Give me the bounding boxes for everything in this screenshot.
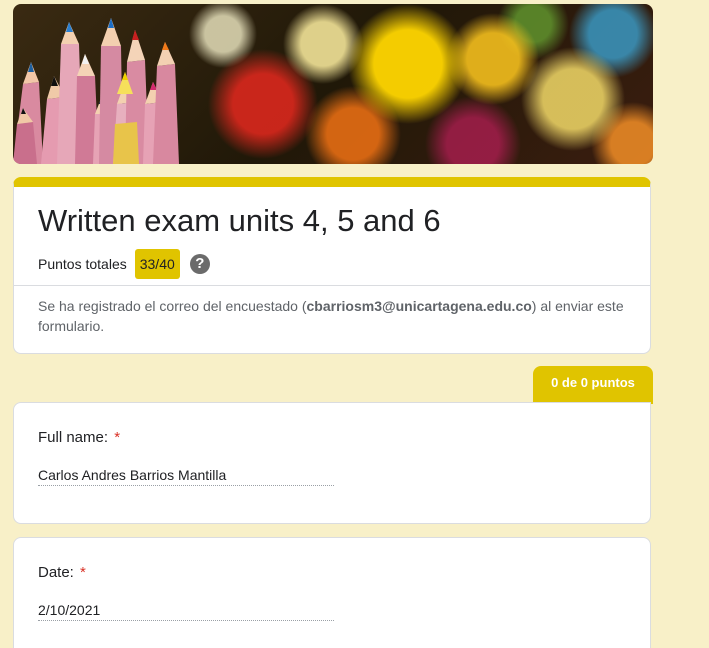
question-label-text: Full name: <box>38 429 109 446</box>
answer-full-name: Carlos Andres Barrios Mantilla <box>38 467 334 486</box>
section-points-badge: 0 de 0 puntos <box>533 366 653 404</box>
total-score-row: Puntos totales 33/40 ? <box>38 249 210 279</box>
score-badge: 33/40 <box>134 249 180 279</box>
email-recorded-note: Se ha registrado el correo del encuestad… <box>38 296 626 336</box>
required-asterisk: * <box>80 564 86 581</box>
question-label: Date: * <box>38 564 86 581</box>
question-card-date: Date: * 2/10/2021 <box>13 537 651 648</box>
question-label-text: Date: <box>38 564 74 581</box>
email-note-prefix: Se ha registrado el correo del encuestad… <box>38 298 307 314</box>
form-title: Written exam units 4, 5 and 6 <box>38 203 441 238</box>
form-page: Written exam units 4, 5 and 6 Puntos tot… <box>0 0 709 648</box>
header-divider <box>14 285 650 286</box>
answer-date: 2/10/2021 <box>38 602 334 621</box>
colored-pencils-image <box>13 18 179 164</box>
required-asterisk: * <box>114 429 121 446</box>
form-header-card: Written exam units 4, 5 and 6 Puntos tot… <box>13 177 651 354</box>
score-label: Puntos totales <box>38 256 127 272</box>
question-card-full-name: Full name: * Carlos Andres Barrios Manti… <box>13 402 651 524</box>
question-label: Full name: * <box>38 429 120 446</box>
respondent-email: cbarriosm3@unicartagena.edu.co <box>306 298 532 314</box>
header-banner-image <box>13 4 653 164</box>
question-circle-icon[interactable]: ? <box>189 254 210 274</box>
